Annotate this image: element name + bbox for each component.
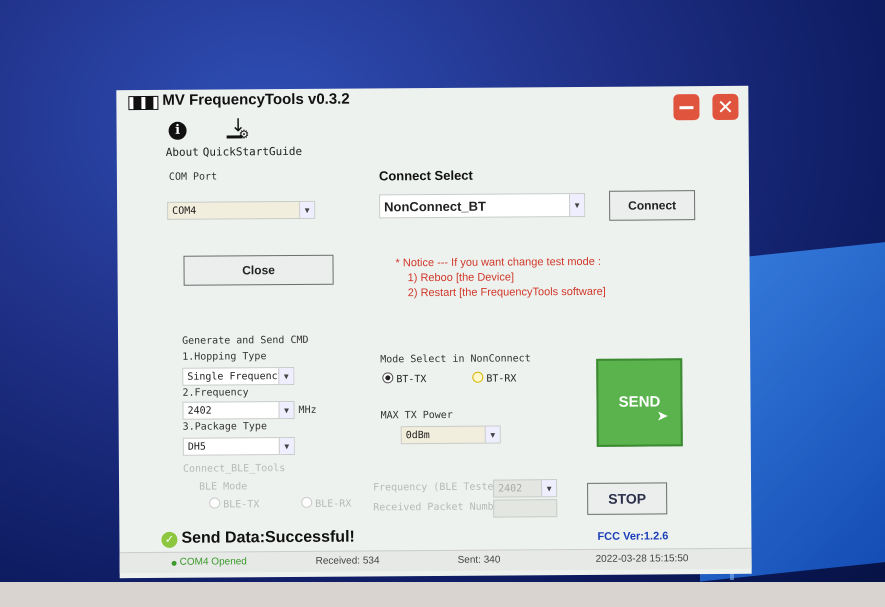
package-type-select[interactable]: DH5 ▼ <box>182 436 295 456</box>
connect-select-value: NonConnect_BT <box>384 198 487 215</box>
chevron-down-icon: ▼ <box>299 201 315 218</box>
monitor-bezel <box>0 582 885 607</box>
success-check-icon: ✓ <box>161 531 178 548</box>
notice-line-1: * Notice --- If you want change test mod… <box>395 255 601 270</box>
com-port-select[interactable]: COM4 ▼ <box>167 200 316 220</box>
port-status-dot-icon <box>171 560 177 566</box>
ble-frequency-label: Frequency (BLE Tester) <box>373 481 506 494</box>
ble-mode-label: BLE Mode <box>199 481 248 493</box>
notice-text: * Notice --- If you want change test mod… <box>395 255 605 301</box>
hopping-type-select[interactable]: Single Frequency ▼ <box>182 366 295 386</box>
app-window: MV FrequencyTools v0.3.2 ✕ i ↓ ⚙ About Qu… <box>116 85 752 579</box>
chevron-down-icon: ▼ <box>484 426 500 443</box>
status-bar: COM4 Opened Received: 534 Sent: 340 2022… <box>119 547 752 574</box>
bt-tx-radio[interactable]: BT-TX <box>382 372 426 385</box>
radio-unselected-icon <box>209 497 221 509</box>
title-bar: MV FrequencyTools v0.3.2 <box>116 86 748 116</box>
notice-line-3: 2) Restart [the FrequencyTools software] <box>407 285 606 300</box>
about-label[interactable]: About <box>166 146 199 159</box>
radio-unselected-icon <box>301 496 313 508</box>
ble-tx-radio-label: BLE-TX <box>223 499 260 511</box>
chevron-down-icon: ▼ <box>278 367 294 385</box>
hopping-type-label: 1.Hopping Type <box>182 351 267 363</box>
minimize-button[interactable] <box>673 94 700 121</box>
mode-select-label: Mode Select in NonConnect <box>380 353 531 366</box>
chevron-down-icon: ▼ <box>278 437 294 455</box>
timestamp: 2022-03-28 15:15:50 <box>595 553 689 565</box>
radio-unselected-icon <box>472 371 484 383</box>
app-logo-icon <box>128 95 159 111</box>
close-window-button[interactable]: ✕ <box>712 93 739 121</box>
ble-rx-radio-label: BLE-RX <box>315 498 352 510</box>
about-info-icon[interactable]: i <box>168 121 187 140</box>
mouse-cursor-icon: ➤ <box>656 408 669 425</box>
connect-select-dropdown[interactable]: NonConnect_BT ▼ <box>379 192 586 219</box>
max-tx-power-value: 0dBm <box>405 430 430 442</box>
bt-rx-radio[interactable]: BT-RX <box>472 371 517 385</box>
quickstart-label[interactable]: QuickStartGuide <box>203 145 302 159</box>
com-port-label: COM Port <box>168 171 218 183</box>
frequency-select[interactable]: 2402 ▼ <box>182 400 295 420</box>
ble-rx-radio[interactable]: BLE-RX <box>301 496 352 510</box>
frequency-label: 2.Frequency <box>182 387 249 399</box>
close-port-button[interactable]: Close <box>183 254 334 286</box>
quickstart-download-icon[interactable]: ↓ ⚙ <box>224 115 249 141</box>
fcc-version: FCC Ver:1.2.6 <box>597 530 669 543</box>
received-count: Received: 534 <box>315 555 380 567</box>
bt-tx-radio-label: BT-TX <box>396 374 427 386</box>
radio-selected-icon <box>382 372 394 384</box>
window-title: MV FrequencyTools v0.3.2 <box>162 90 350 109</box>
package-type-value: DH5 <box>187 441 206 453</box>
ble-frequency-select[interactable]: 2402 ▼ <box>493 479 558 498</box>
connect-button[interactable]: Connect <box>609 190 696 221</box>
port-state: COM4 Opened <box>179 556 247 568</box>
package-type-label: 3.Package Type <box>182 421 267 433</box>
sent-count: Sent: 340 <box>457 554 501 566</box>
hopping-type-value: Single Frequency <box>187 371 284 383</box>
frequency-unit: MHz <box>298 404 317 416</box>
send-button[interactable]: SEND <box>596 358 683 447</box>
frequency-value: 2402 <box>187 405 212 417</box>
max-tx-power-select[interactable]: 0dBm ▼ <box>400 425 501 445</box>
received-packet-field <box>493 499 558 518</box>
ble-tx-radio[interactable]: BLE-TX <box>209 497 259 510</box>
generate-section-label: Generate and Send CMD <box>182 334 309 347</box>
status-message: Send Data:Successful! <box>181 528 355 547</box>
connect-ble-label: Connect_BLE_Tools <box>182 463 286 475</box>
bt-rx-radio-label: BT-RX <box>486 373 517 385</box>
stop-button[interactable]: STOP <box>587 482 668 515</box>
ble-frequency-value: 2402 <box>498 483 523 495</box>
com-port-value: COM4 <box>172 205 197 217</box>
chevron-down-icon: ▼ <box>278 401 294 419</box>
connect-select-label: Connect Select <box>378 167 473 184</box>
max-tx-power-label: MAX TX Power <box>380 409 453 422</box>
chevron-down-icon: ▼ <box>569 193 585 217</box>
chevron-down-icon: ▼ <box>541 480 557 497</box>
received-packet-label: Received Packet Number <box>373 501 506 514</box>
notice-line-2: 1) Reboo [the Device] <box>407 271 515 285</box>
